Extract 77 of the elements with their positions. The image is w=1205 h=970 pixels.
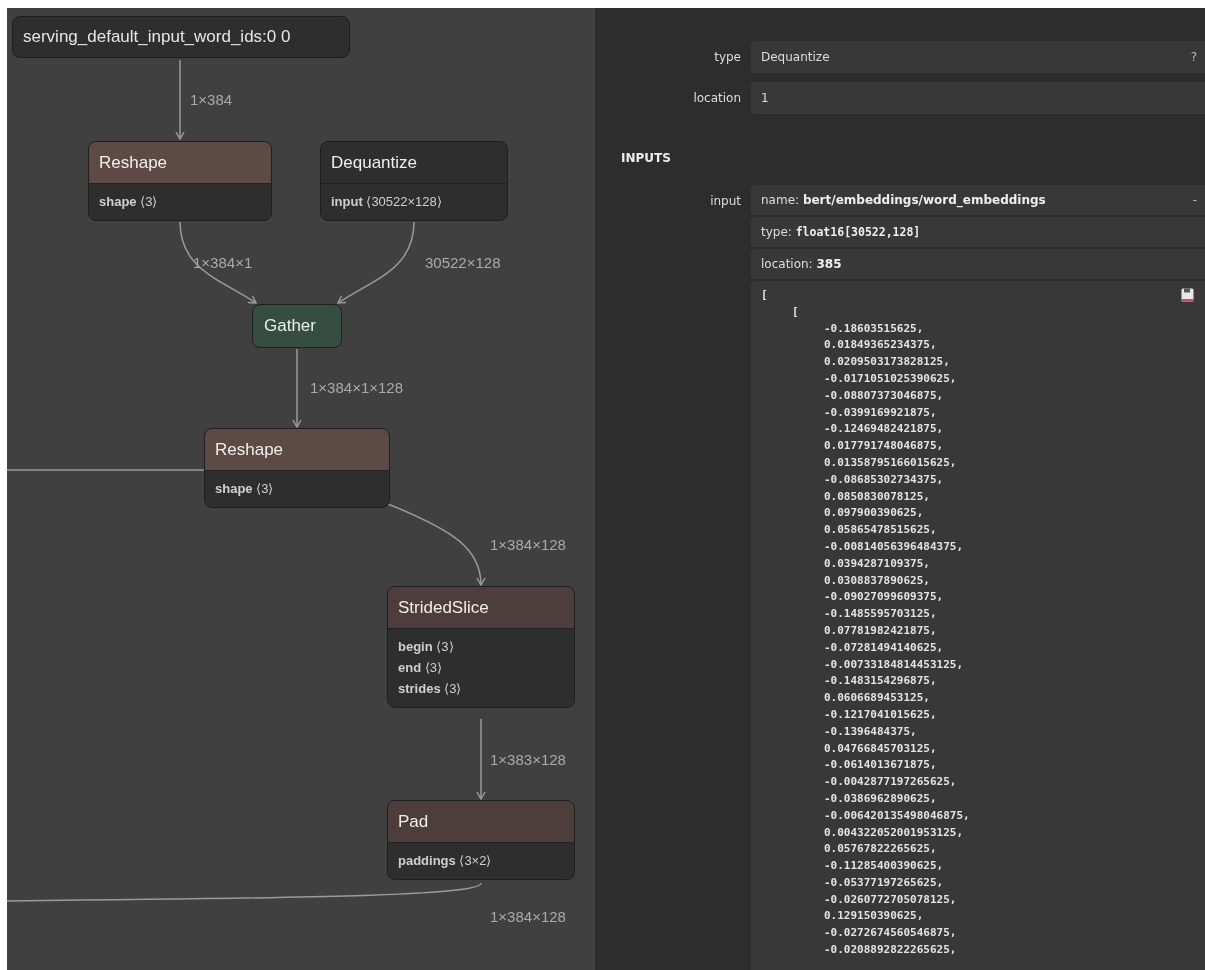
collapse-button[interactable]: - xyxy=(1192,193,1197,207)
tensor-value: -0.1485595703125, xyxy=(824,606,937,623)
property-label: input xyxy=(709,193,742,208)
tensor-value: -0.1483154296875, xyxy=(824,673,937,690)
tensor-value: 0.004322052001953125, xyxy=(824,824,964,841)
tensor-value: -0.18603515625, xyxy=(824,320,924,337)
tensor-value: -0.0260772705078125, xyxy=(824,891,957,908)
tensor-value: -0.08685302734375, xyxy=(824,471,944,488)
bracket-text: [ xyxy=(761,287,768,303)
property-label: location xyxy=(692,91,742,105)
edge-label: 1×383×128 xyxy=(490,752,566,767)
tensor-value: 0.01849365234375, xyxy=(824,337,937,354)
tensor-value: -0.12469482421875, xyxy=(824,421,944,438)
tensor-value: -0.11285400390625, xyxy=(824,858,944,875)
tensor-value: 0.05865478515625, xyxy=(824,522,937,539)
tensor-value: -0.09027099609375, xyxy=(824,589,944,606)
node-attribute: input ⟨30522×128⟩ xyxy=(331,193,443,211)
graph-node[interactable]: Reshape shape ⟨3⟩ xyxy=(88,141,272,221)
tensor-value: -0.0399169921875, xyxy=(824,404,937,421)
graph-node[interactable]: Pad paddings ⟨3×2⟩ xyxy=(387,800,575,880)
tensor-value: 0.04766845703125, xyxy=(824,740,937,757)
tensor-value: 0.05767822265625, xyxy=(824,841,937,858)
property-label: type xyxy=(713,50,742,64)
graph-node[interactable]: Dequantize input ⟨30522×128⟩ xyxy=(320,141,508,221)
tensor-value: -0.0171051025390625, xyxy=(824,371,957,387)
section-heading: INPUTS xyxy=(620,150,672,165)
save-icon[interactable] xyxy=(1181,288,1194,302)
name-text: name: bert/embeddings/word_embeddings xyxy=(761,193,1046,207)
tensor-value: -0.05377197265625, xyxy=(824,874,944,891)
tensor-value: 0.0850830078125, xyxy=(824,488,930,505)
tensor-value: -0.0386962890625, xyxy=(824,790,937,807)
tensor-value: -0.0042877197265625, xyxy=(824,774,957,791)
edge-label: 1×384×128 xyxy=(490,537,566,552)
edge-label: 1×384×1 xyxy=(193,255,253,270)
tensor-value: -0.1217041015625, xyxy=(824,706,937,723)
type-text: type: float16[30522,128] xyxy=(761,225,921,239)
node-attribute: shape ⟨3⟩ xyxy=(99,193,159,211)
value-text: Dequantize xyxy=(761,50,830,64)
value-text: 1 xyxy=(761,91,769,105)
tensor-value: -0.0272674560546875, xyxy=(824,925,957,942)
node-attribute: shape ⟨3⟩ xyxy=(215,480,275,498)
tensor-value: 0.0308837890625, xyxy=(824,572,930,589)
tensor-value: 0.0394287109375, xyxy=(824,555,930,572)
tensor-value: -0.00814056396484375, xyxy=(824,538,964,555)
tensor-value: -0.0208892822265625, xyxy=(824,942,957,959)
node-attribute: end ⟨3⟩ xyxy=(398,659,443,677)
node-title: StridedSlice xyxy=(388,587,574,629)
node-title: Pad xyxy=(388,801,574,843)
tensor-value: -0.08807373046875, xyxy=(824,387,944,404)
node-attribute: begin ⟨3⟩ xyxy=(398,638,455,656)
graph-node[interactable]: Reshape shape ⟨3⟩ xyxy=(204,428,390,508)
tensor-value: -0.006420135498046875, xyxy=(824,807,970,824)
help-button[interactable]: ? xyxy=(1190,50,1197,64)
node-attribute: strides ⟨3⟩ xyxy=(398,680,463,698)
tensor-value: 0.0606689453125, xyxy=(824,690,930,707)
graph-node[interactable]: Gather xyxy=(252,304,342,348)
edge-label: 1×384 xyxy=(190,92,233,107)
edge-label: 30522×128 xyxy=(425,255,501,270)
tensor-value: -0.1396484375, xyxy=(824,723,917,740)
edge-label: 1×384×128 xyxy=(490,909,566,924)
tensor-value: 0.0209503173828125, xyxy=(824,354,950,371)
tensor-value: 0.097900390625, xyxy=(824,505,924,522)
edge-label: 1×384×1×128 xyxy=(310,380,404,395)
node-attribute: paddings ⟨3×2⟩ xyxy=(398,852,493,870)
tensor-value: 0.07781982421875, xyxy=(824,622,937,639)
tensor-value: 0.01358795166015625, xyxy=(824,454,957,471)
tensor-value: -0.0614013671875, xyxy=(824,757,937,774)
node-title: Reshape xyxy=(89,142,271,184)
graph-node[interactable]: StridedSlice begin ⟨3⟩ end ⟨3⟩ strides ⟨3⟩ xyxy=(387,586,575,708)
tensor-value: 0.129150390625, xyxy=(824,908,924,925)
bracket-text: [ xyxy=(792,303,799,320)
location-text: location: 385 xyxy=(761,257,842,271)
tensor-value: -0.00733184814453125, xyxy=(824,656,964,673)
node-title: Reshape xyxy=(205,429,389,471)
tensor-value: 0.017791748046875, xyxy=(824,438,944,455)
graph-node[interactable]: serving_default_input_word_ids:0 0 xyxy=(12,16,350,58)
tensor-value: -0.07281494140625, xyxy=(824,639,944,656)
